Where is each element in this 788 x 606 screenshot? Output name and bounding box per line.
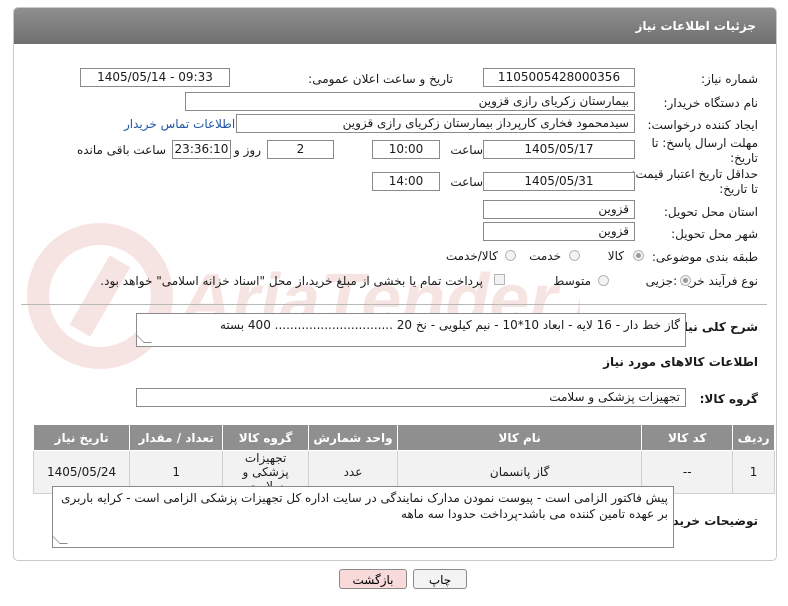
- col-name: نام کالا: [396, 424, 643, 451]
- col-quantity: تعداد / مقدار: [129, 424, 224, 451]
- category-label: طبقه بندی موضوعی:: [651, 250, 758, 264]
- province-label: استان محل تحویل:: [663, 205, 758, 219]
- requester-field: سیدمحمود فخاری کارپرداز بیمارستان زکریای…: [236, 114, 635, 133]
- reply-deadline-time-field: 10:00: [372, 140, 440, 159]
- category-option-goods: کالا: [607, 249, 624, 263]
- buyer-notes-textarea: پیش فاکتور الزامی است - پیوست نمودن مدار…: [52, 486, 674, 548]
- reply-deadline-label-line2: تاریخ:: [730, 151, 758, 165]
- buyer-org-label: نام دستگاه خریدار:: [663, 96, 759, 110]
- goods-section-title: اطلاعات کالاهای مورد نیاز: [603, 355, 758, 369]
- col-code: کد کالا: [641, 424, 734, 451]
- need-number-label: شماره نیاز:: [701, 72, 758, 86]
- category-radio-goods-service[interactable]: [505, 250, 516, 261]
- reply-deadline-date-field: 1405/05/17: [483, 140, 635, 159]
- city-label: شهر محل تحویل:: [671, 227, 758, 241]
- col-group: گروه کالا: [222, 424, 310, 451]
- print-button[interactable]: چاپ: [413, 569, 467, 589]
- category-option-goods-service: کالا/خدمت: [445, 249, 498, 263]
- treasury-payment-checkbox[interactable]: [494, 274, 505, 285]
- requester-label: ایجاد کننده درخواست:: [647, 118, 758, 132]
- process-option-medium: متوسط: [553, 274, 591, 288]
- cell-row: 1: [732, 450, 775, 494]
- remaining-days-field: 2: [267, 140, 334, 159]
- panel-title: جزئیات اطلاعات نیاز: [635, 19, 756, 33]
- description-textarea: گاز خط دار - 16 لایه - ابعاد 10*10 - نیم…: [136, 313, 686, 347]
- remaining-days-label: روز و: [234, 143, 261, 157]
- city-field: قزوین: [483, 222, 635, 241]
- category-radio-goods[interactable]: [633, 250, 644, 261]
- back-button[interactable]: بازگشت: [339, 569, 407, 589]
- price-validity-label-line2: تا تاریخ:: [719, 182, 758, 196]
- price-validity-date-field: 1405/05/31: [483, 172, 635, 191]
- col-need-date: تاریخ نیاز: [32, 424, 131, 451]
- remaining-time-label: ساعت باقی مانده: [76, 143, 166, 157]
- process-option-minor: جزیی: [645, 274, 673, 288]
- treasury-payment-note: پرداخت تمام یا بخشی از مبلغ خرید،از محل …: [100, 274, 483, 288]
- announce-datetime-label: تاریخ و ساعت اعلان عمومی:: [308, 72, 453, 86]
- need-number-field: 1105005428000356: [483, 68, 635, 87]
- goods-table: ردیف کد کالا نام کالا واحد شمارش گروه کا…: [32, 424, 775, 494]
- price-validity-time-label: ساعت: [450, 175, 483, 189]
- col-row: ردیف: [732, 424, 775, 451]
- announce-datetime-field: 1405/05/14 - 09:33: [80, 68, 230, 87]
- remaining-time-field: 23:36:10: [172, 140, 231, 159]
- process-radio-medium[interactable]: [598, 275, 609, 286]
- buyer-notes-text: پیش فاکتور الزامی است - پیوست نمودن مدار…: [61, 491, 668, 521]
- category-radio-service[interactable]: [569, 250, 580, 261]
- goods-group-field: تجهیزات پزشکی و سلامت: [136, 388, 686, 407]
- price-validity-label-line1: حداقل تاریخ اعتبار قیمت:: [631, 167, 758, 181]
- buyer-org-field: بیمارستان زکریای رازی قزوین: [185, 92, 635, 111]
- description-text: گاز خط دار - 16 لایه - ابعاد 10*10 - نیم…: [220, 318, 680, 332]
- resize-grip-icon[interactable]: [137, 335, 152, 343]
- province-field: قزوین: [483, 200, 635, 219]
- process-radio-minor[interactable]: [680, 275, 691, 286]
- category-option-service: خدمت: [529, 249, 561, 263]
- price-validity-time-field: 14:00: [372, 172, 440, 191]
- reply-deadline-label-line1: مهلت ارسال پاسخ: تا: [651, 136, 758, 150]
- section-divider-1: [21, 304, 767, 305]
- col-unit: واحد شمارش: [308, 424, 398, 451]
- goods-table-header: ردیف کد کالا نام کالا واحد شمارش گروه کا…: [32, 424, 775, 451]
- reply-deadline-time-label: ساعت: [450, 143, 483, 157]
- panel-header: جزئیات اطلاعات نیاز: [14, 8, 776, 44]
- goods-group-label: گروه کالا:: [699, 392, 758, 406]
- buyer-contact-link[interactable]: اطلاعات تماس خریدار: [124, 117, 235, 131]
- resize-grip-icon[interactable]: [53, 536, 68, 544]
